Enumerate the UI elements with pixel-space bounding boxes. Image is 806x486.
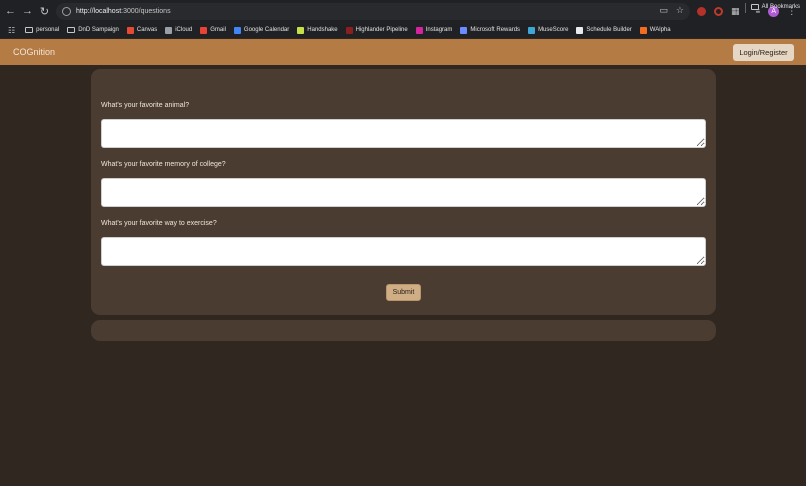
bookmark-label: Gmail xyxy=(210,27,226,33)
bookmark-label: Google Calendar xyxy=(243,27,290,33)
bookmark-item[interactable]: DnD Sampaign xyxy=(67,27,119,33)
bookmark-label: Instagram xyxy=(425,27,453,33)
extension-icon-red[interactable] xyxy=(697,6,706,16)
question-label-exercise: What's your favorite way to exercise? xyxy=(101,220,217,227)
extension-icon-block[interactable] xyxy=(714,6,723,16)
secondary-card xyxy=(91,320,716,341)
bookmark-label: iCloud xyxy=(175,27,193,33)
bookmark-item[interactable]: WAlpha xyxy=(639,26,671,34)
apps-grid-icon[interactable]: ☷ xyxy=(8,26,15,35)
favicon-icon xyxy=(345,26,353,34)
bookmark-item[interactable]: Handshake xyxy=(297,26,338,34)
submit-button[interactable]: Submit xyxy=(386,284,421,301)
bookmark-star-icon[interactable]: ☆ xyxy=(676,5,684,16)
forward-icon[interactable]: → xyxy=(19,0,36,22)
login-register-button[interactable]: Login/Register xyxy=(733,44,794,61)
answer-input-animal[interactable] xyxy=(101,119,706,148)
bookmarks-divider xyxy=(745,3,746,13)
all-bookmarks[interactable]: All Bookmarks xyxy=(750,4,800,10)
bookmark-item[interactable]: Schedule Builder xyxy=(576,26,632,34)
answer-input-college[interactable] xyxy=(101,178,706,207)
bookmark-item[interactable]: MuseScore xyxy=(528,26,569,34)
bookmark-item[interactable]: Canvas xyxy=(126,26,158,34)
favicon-icon xyxy=(165,26,173,34)
folder-icon xyxy=(25,27,34,33)
bookmark-label: WAlpha xyxy=(649,27,671,33)
favicon-icon xyxy=(460,26,468,34)
bookmark-label: MuseScore xyxy=(538,27,569,33)
address-bar[interactable]: http://localhost:3000/questions ▭ ☆ xyxy=(56,3,690,20)
favicon-icon xyxy=(297,26,305,34)
extensions-puzzle-icon[interactable]: ▦ xyxy=(731,6,740,17)
favicon-icon xyxy=(415,26,423,34)
favicon-icon xyxy=(233,26,241,34)
favicon-icon xyxy=(528,26,536,34)
bookmark-item[interactable]: Microsoft Rewards xyxy=(460,26,521,34)
bookmark-label: DnD Sampaign xyxy=(78,27,119,33)
bookmark-item[interactable]: Gmail xyxy=(200,26,226,34)
bookmark-label: Microsoft Rewards xyxy=(470,27,521,33)
bookmark-item[interactable]: personal xyxy=(25,27,59,33)
question-label-animal: What's your favorite animal? xyxy=(101,102,190,109)
bookmark-item[interactable]: Instagram xyxy=(415,26,453,34)
bookmark-label: Handshake xyxy=(307,27,338,33)
back-icon[interactable]: ← xyxy=(2,0,19,22)
bookmark-item[interactable]: Google Calendar xyxy=(233,26,290,34)
brand-logo-text[interactable]: COGnition xyxy=(13,47,55,57)
bookmark-label: personal xyxy=(36,27,60,33)
app-header: COGnition xyxy=(0,39,806,65)
site-info-icon[interactable] xyxy=(62,7,71,16)
bookmark-label: Canvas xyxy=(136,27,158,33)
bookmark-item[interactable]: iCloud xyxy=(165,26,193,34)
favicon-icon xyxy=(639,26,647,34)
url-text: http://localhost:3000/questions xyxy=(76,8,171,15)
folder-icon xyxy=(67,27,76,33)
favicon-icon xyxy=(576,26,584,34)
favicon-icon xyxy=(200,26,208,34)
bookmark-label: Schedule Builder xyxy=(586,27,632,33)
question-label-college: What's your favorite memory of college? xyxy=(101,161,226,168)
cast-icon[interactable]: ▭ xyxy=(659,5,668,16)
bookmarks-bar: ☷ personal DnD Sampaign Canvas iCloud Gmail G… xyxy=(0,22,806,38)
reload-icon[interactable]: ↻ xyxy=(36,0,53,22)
all-bookmarks-label: All Bookmarks xyxy=(761,4,800,10)
bookmark-item[interactable]: Highlander Pipeline xyxy=(345,26,408,34)
folder-icon xyxy=(750,4,759,10)
answer-input-exercise[interactable] xyxy=(101,237,706,266)
bookmark-label: Highlander Pipeline xyxy=(355,27,408,33)
favicon-icon xyxy=(126,26,134,34)
